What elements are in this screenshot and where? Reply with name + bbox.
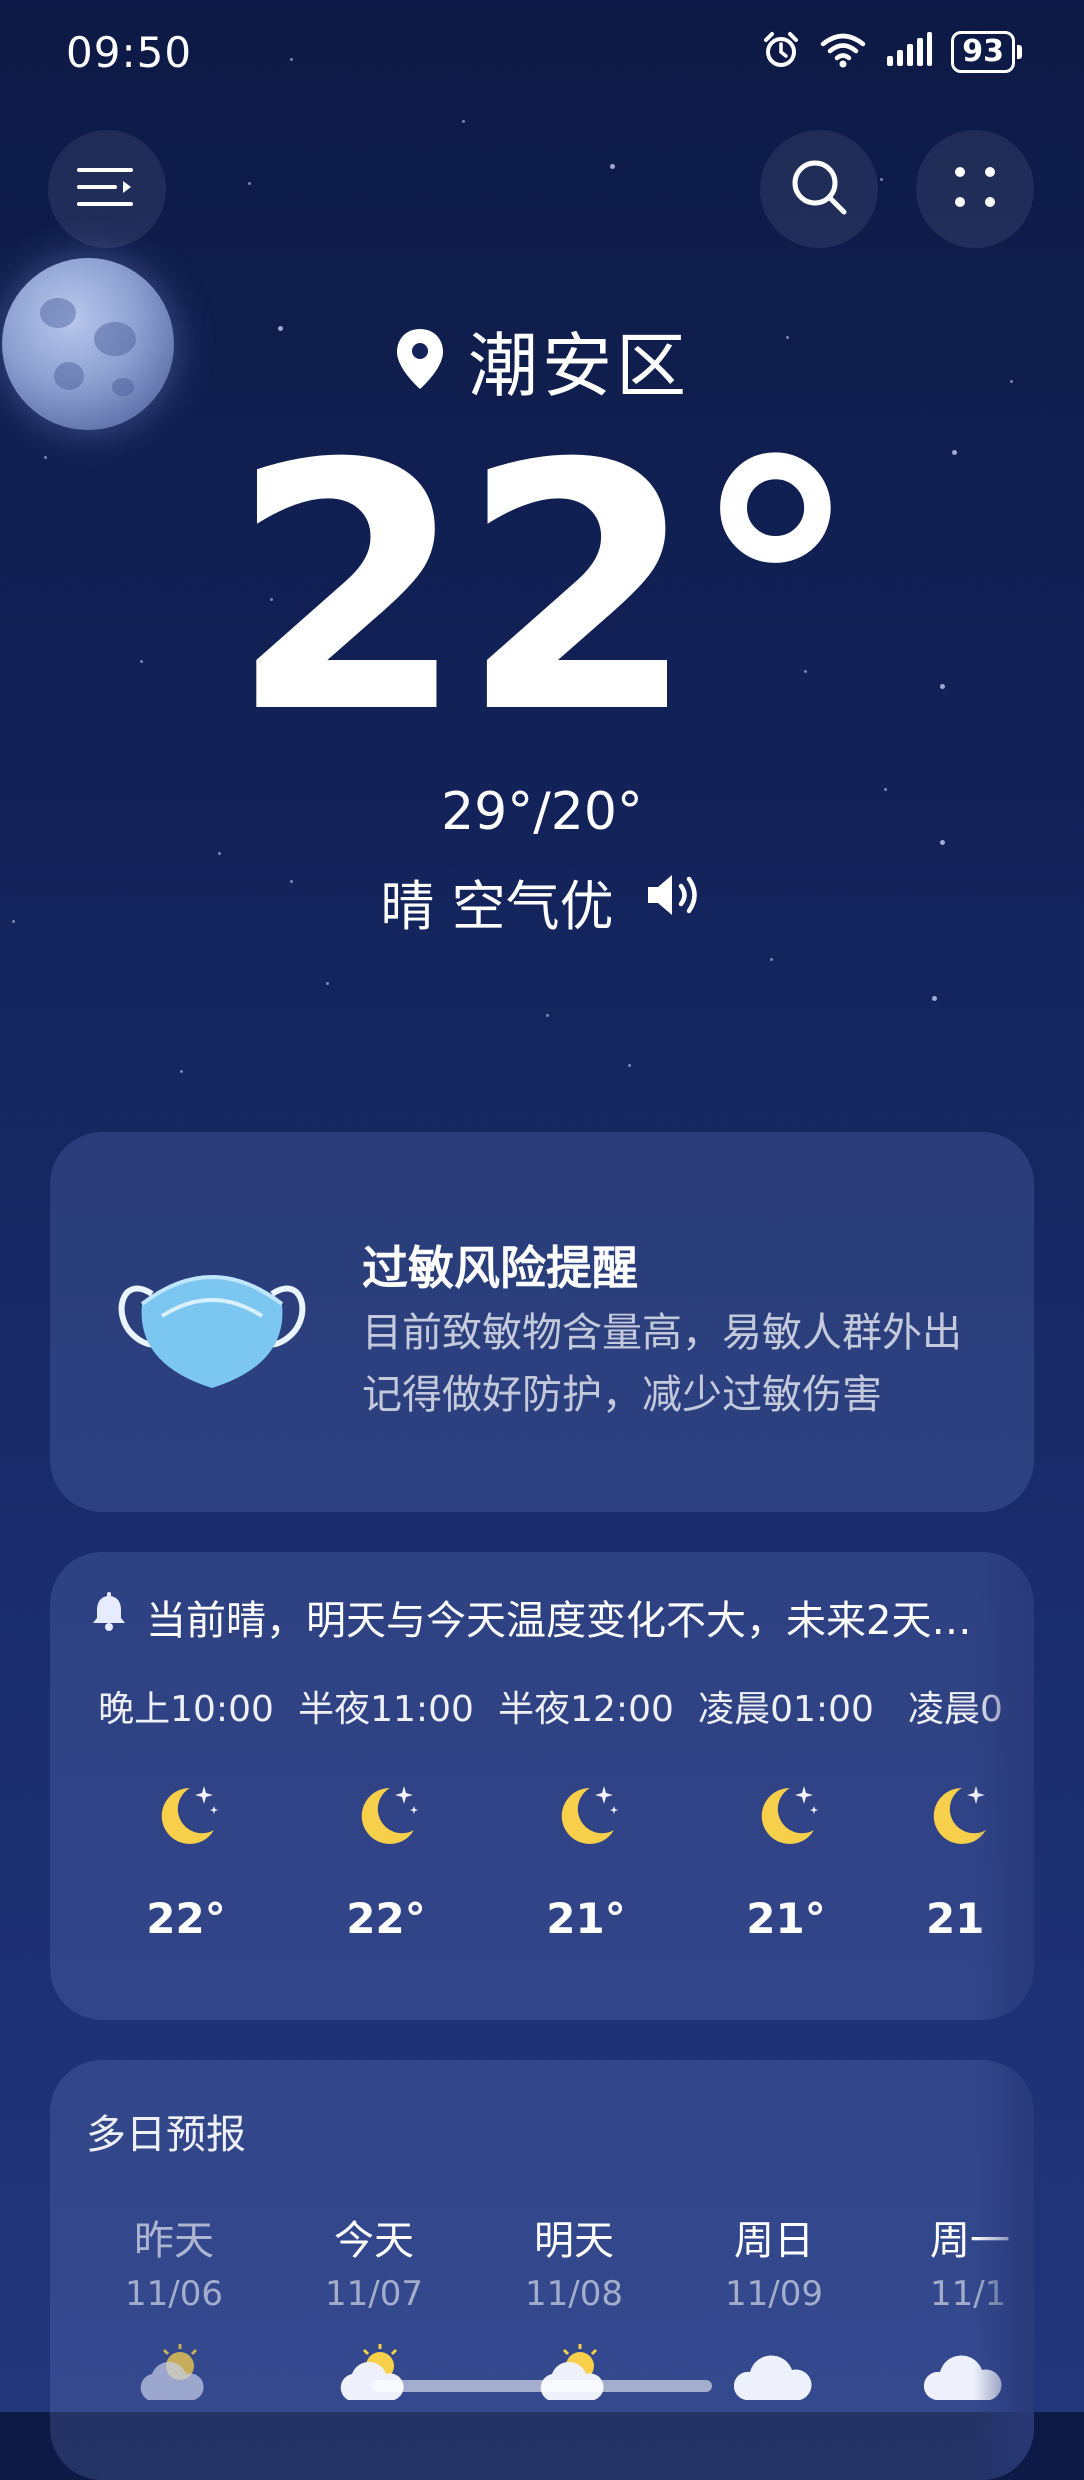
hour-time: 半夜12:00 [498, 1689, 674, 1730]
day-date: 11/06 [125, 2274, 223, 2314]
grid-dots-icon [950, 162, 1000, 216]
hour-time: 晚上10:00 [98, 1689, 274, 1730]
moon-stars-icon [286, 1780, 486, 1854]
weather-condition: 晴 空气优 [0, 862, 1084, 941]
hour-item[interactable]: 晚上10:00 22° [86, 1680, 286, 1943]
menu-button[interactable] [48, 130, 166, 248]
status-icons: 93 [761, 30, 1022, 74]
condition-text: 晴 空气优 [380, 875, 614, 938]
hourly-summary-text: 当前晴，明天与今天温度变化不大，未来2天… [146, 1598, 972, 1644]
hour-item[interactable]: 半夜12:00 21° [486, 1680, 686, 1943]
bell-icon [90, 1592, 128, 1642]
day-item[interactable]: 今天 11/07 [274, 2208, 474, 2408]
allergy-line-1: 目前致敏物含量高，易敏人群外出 [362, 1310, 962, 1356]
allergy-card[interactable]: 过敏风险提醒 目前致敏物含量高，易敏人群外出 记得做好防护，减少过敏伤害 [50, 1132, 1034, 1512]
cloud-icon [674, 2344, 874, 2408]
hour-temperature: 22° [146, 1894, 226, 1943]
hour-item[interactable]: 半夜11:00 22° [286, 1680, 486, 1943]
day-name: 明天 [534, 2218, 614, 2264]
alarm-icon [761, 30, 801, 74]
high-low-temperature: 29°/20° [441, 782, 643, 842]
day-item[interactable]: 周日 11/09 [674, 2208, 874, 2408]
hour-item[interactable]: 凌晨01:00 21° [686, 1680, 886, 1943]
moon-stars-icon [486, 1780, 686, 1854]
hourly-summary: 当前晴，明天与今天温度变化不大，未来2天… [90, 1588, 971, 1646]
more-button[interactable] [916, 130, 1034, 248]
moon-stars-icon [686, 1780, 886, 1854]
search-icon [788, 156, 850, 222]
battery-level: 93 [951, 31, 1015, 73]
hour-time: 凌晨01:00 [698, 1689, 874, 1730]
daily-title: 多日预报 [86, 2112, 246, 2158]
wifi-icon [819, 30, 867, 74]
day-date: 11/08 [525, 2274, 623, 2314]
allergy-title: 过敏风险提醒 [362, 1241, 638, 1295]
hourly-forecast-card[interactable]: 当前晴，明天与今天温度变化不大，未来2天… 晚上10:00 22° 半夜11:0… [50, 1552, 1034, 2020]
menu-icon [75, 165, 139, 213]
daily-forecast-card[interactable]: 多日预报 昨天 11/06 今天 11/07 明天 11/08 周日 11/09… [50, 2060, 1034, 2480]
signal-icon [885, 30, 933, 74]
day-name: 今天 [334, 2218, 414, 2264]
current-temperature: 22° [229, 392, 860, 788]
day-item[interactable]: 昨天 11/06 [74, 2208, 274, 2408]
partly-cloudy-icon [74, 2344, 274, 2408]
location-pin-icon [394, 327, 446, 395]
hour-temperature: 21° [746, 1894, 826, 1943]
moon-stars-icon [86, 1780, 286, 1854]
status-time: 09:50 [66, 28, 193, 77]
home-indicator[interactable] [372, 2380, 712, 2392]
partly-cloudy-icon [474, 2344, 674, 2408]
speaker-icon[interactable] [644, 870, 704, 933]
partly-cloudy-icon [274, 2344, 474, 2408]
day-name: 昨天 [134, 2218, 214, 2264]
day-date: 11/07 [325, 2274, 423, 2314]
battery-icon: 93 [951, 31, 1022, 73]
face-mask-icon [112, 1254, 312, 1398]
day-date: 11/09 [725, 2274, 823, 2314]
allergy-line-2: 记得做好防护，减少过敏伤害 [362, 1372, 882, 1418]
day-name: 周日 [734, 2218, 814, 2264]
allergy-description: 目前致敏物含量高，易敏人群外出 记得做好防护，减少过敏伤害 [362, 1302, 1022, 1426]
search-button[interactable] [760, 130, 878, 248]
hour-temperature: 21° [546, 1894, 626, 1943]
hour-temperature: 22° [346, 1894, 426, 1943]
scroll-fade [974, 1552, 1034, 2020]
hour-time: 半夜11:00 [298, 1689, 474, 1730]
day-item[interactable]: 明天 11/08 [474, 2208, 674, 2408]
scroll-fade [974, 2060, 1034, 2480]
